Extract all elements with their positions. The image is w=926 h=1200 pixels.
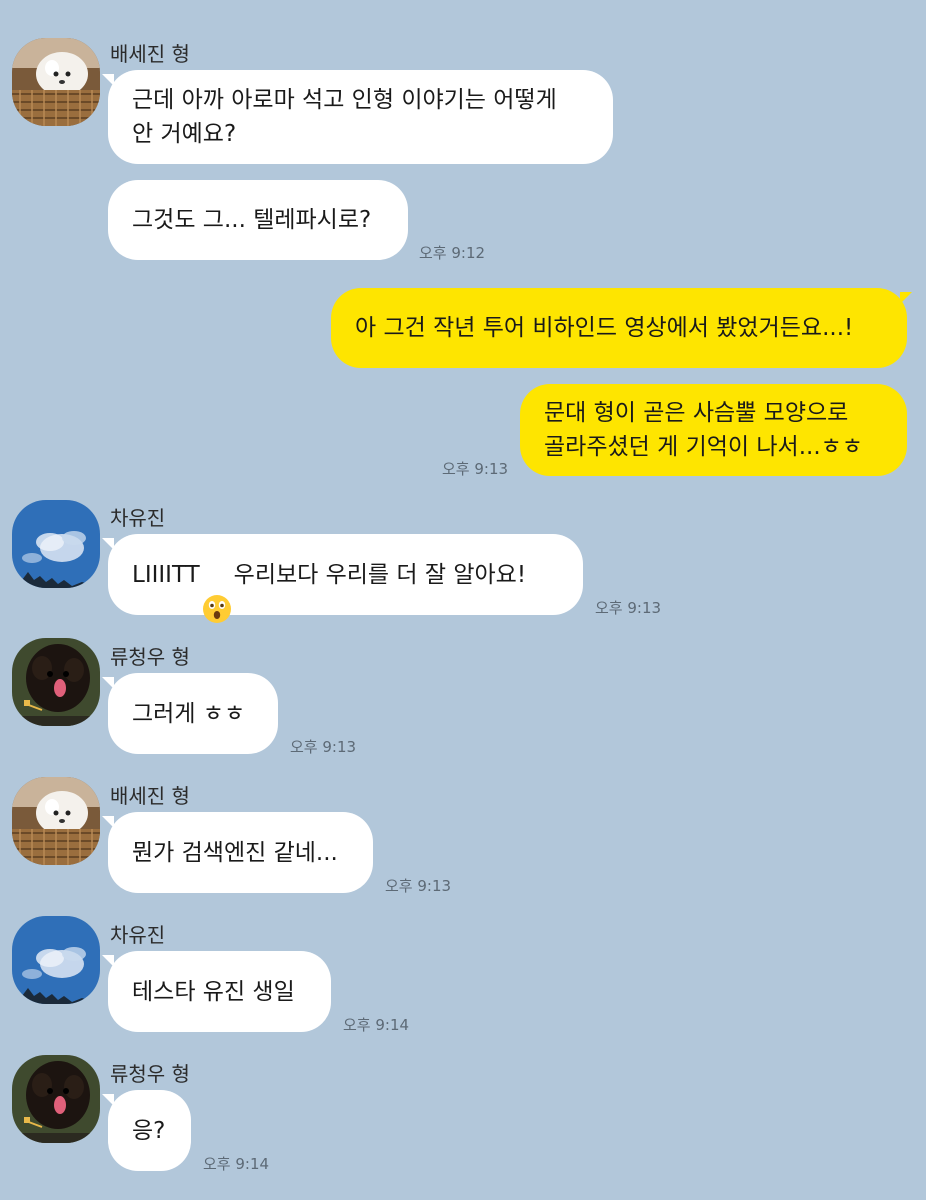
message-time: 오후 9:14 — [203, 1155, 270, 1173]
message-text: 우리보다 우리를 더 잘 알아요! — [233, 561, 527, 588]
sender-name: 류청우 형 — [110, 1062, 190, 1086]
my-message-bubble[interactable]: 문대 형이 곧은 사슴뿔 모양으로 골라주셨던 게 기억이 나서...ㅎㅎ — [520, 384, 907, 476]
message-bubble[interactable]: 응? — [108, 1090, 191, 1171]
message-bubble[interactable]: 뭔가 검색엔진 같네... — [108, 812, 373, 893]
white-dog-in-basket-avatar-icon — [12, 38, 100, 126]
message-bubble[interactable]: 근데 아까 아로마 석고 인형 이야기는 어떻게 안 거예요? — [108, 70, 613, 164]
sender-name: 차유진 — [110, 506, 166, 530]
avatar-blue-sky[interactable] — [12, 916, 100, 1004]
message-bubble[interactable]: 그것도 그... 텔레파시로? — [108, 180, 408, 260]
message-bubble[interactable]: 그러게 ㅎㅎ — [108, 673, 278, 754]
avatar-blue-sky[interactable] — [12, 500, 100, 588]
blue-sky-clouds-avatar-icon — [12, 916, 100, 1004]
sender-name: 배세진 형 — [110, 784, 190, 808]
message-time: 오후 9:13 — [595, 599, 662, 617]
message-time: 오후 9:14 — [343, 1016, 410, 1034]
message-bubble[interactable]: LIIIITT 우리보다 우리를 더 잘 알아요! — [108, 534, 583, 623]
message-time: 오후 9:12 — [419, 244, 486, 262]
avatar-black-poodle[interactable] — [12, 638, 100, 726]
black-poodle-avatar-icon — [12, 638, 100, 726]
avatar-white-dog[interactable] — [12, 777, 100, 865]
avatar-white-dog[interactable] — [12, 38, 100, 126]
blue-sky-clouds-avatar-icon — [12, 500, 100, 588]
sender-name: 배세진 형 — [110, 42, 190, 66]
message-bubble[interactable]: 테스타 유진 생일 — [108, 951, 331, 1032]
sender-name: 차유진 — [110, 923, 166, 947]
message-time: 오후 9:13 — [385, 877, 452, 895]
message-time: 오후 9:13 — [290, 738, 357, 756]
white-dog-in-basket-avatar-icon — [12, 777, 100, 865]
avatar-black-poodle[interactable] — [12, 1055, 100, 1143]
astonished-face-emoji-icon — [202, 560, 232, 623]
message-text: LIIIITT — [132, 561, 200, 588]
black-poodle-avatar-icon — [12, 1055, 100, 1143]
sender-name: 류청우 형 — [110, 645, 190, 669]
my-message-bubble[interactable]: 아 그건 작년 투어 비하인드 영상에서 봤었거든요...! — [331, 288, 907, 368]
message-time: 오후 9:13 — [442, 460, 509, 478]
